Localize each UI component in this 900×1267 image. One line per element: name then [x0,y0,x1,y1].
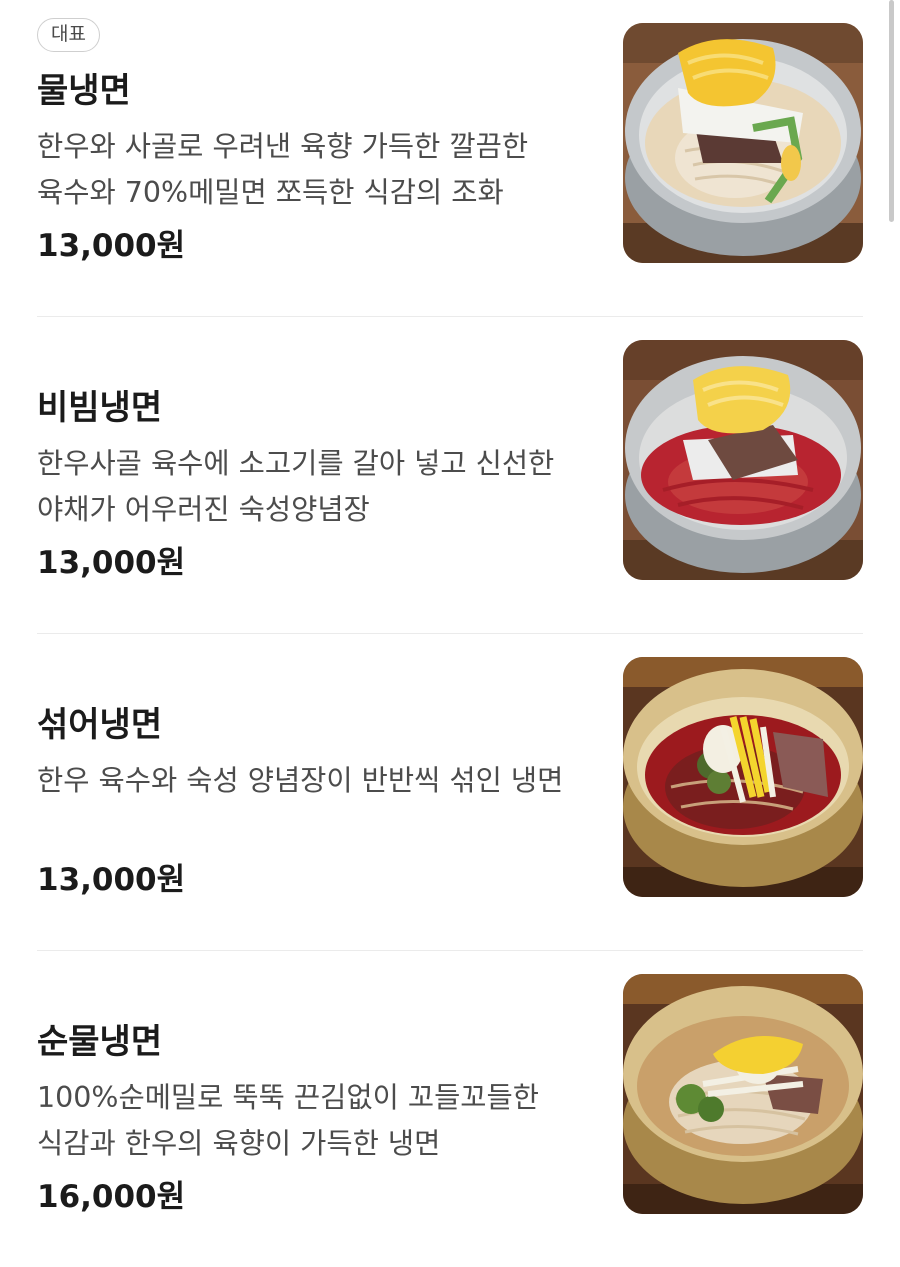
menu-item[interactable]: 섞어냉면 한우 육수와 숙성 양념장이 반반씩 섞인 냉면 13,000원 [37,634,863,951]
menu-item-photo[interactable] [623,23,863,263]
menu-item-price: 13,000원 [37,862,186,898]
menu-item-photo[interactable] [623,657,863,897]
signature-badge: 대표 [37,18,100,52]
menu-item-name: 물냉면 [37,71,131,111]
menu-item-price: 16,000원 [37,1179,186,1215]
menu-item-description: 한우 육수와 숙성 양념장이 반반씩 섞인 냉면 [37,764,564,797]
menu-item[interactable]: 비빔냉면 한우사골 육수에 소고기를 갈아 넣고 신선한 야채가 어우러진 숙성… [37,317,863,634]
menu-item-price: 13,000원 [37,228,186,264]
menu-item-description: 100%순메밀로 뚝뚝 끈김없이 꼬들꼬들한 식감과 한우의 육향이 가득한 냉… [37,1081,539,1160]
menu-item-price: 13,000원 [37,545,186,581]
menu-item-description: 한우사골 육수에 소고기를 갈아 넣고 신선한 야채가 어우러진 숙성양념장 [37,447,555,526]
menu-list: 대표 물냉면 한우와 사골로 우려낸 육향 가득한 깔끔한 육수와 70%메밀면… [37,0,863,1267]
menu-item-name: 순물냉면 [37,1022,163,1062]
menu-item-photo[interactable] [623,340,863,580]
menu-item-description: 한우와 사골로 우려낸 육향 가득한 깔끔한 육수와 70%메밀면 쪼득한 식감… [37,130,529,209]
menu-item[interactable]: 순물냉면 100%순메밀로 뚝뚝 끈김없이 꼬들꼬들한 식감과 한우의 육향이 … [37,951,863,1267]
menu-item-name: 섞어냉면 [37,705,163,745]
menu-item-name: 비빔냉면 [37,388,163,428]
scrollbar[interactable] [889,0,894,222]
menu-item-photo[interactable] [623,974,863,1214]
menu-item[interactable]: 대표 물냉면 한우와 사골로 우려낸 육향 가득한 깔끔한 육수와 70%메밀면… [37,0,863,317]
